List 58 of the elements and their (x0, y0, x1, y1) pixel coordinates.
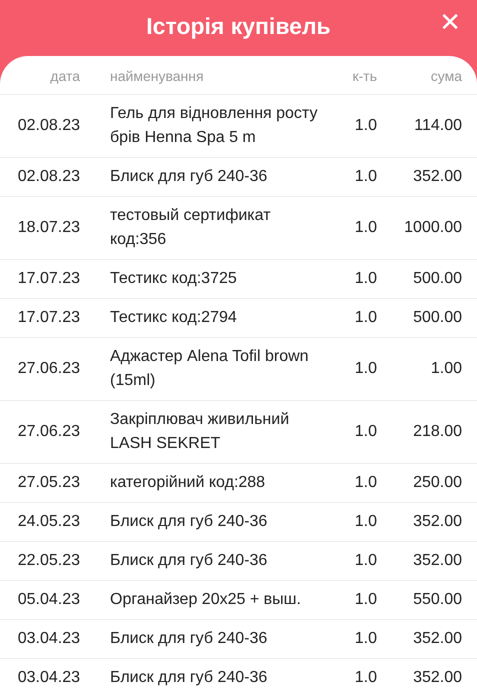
table-cell-text: 03.04.23 (16, 668, 80, 688)
table-cell-text: 27.06.23 (16, 422, 80, 442)
table-cell-text: 352.00 (412, 629, 462, 649)
table-cell-text: 27.06.23 (16, 359, 80, 379)
table-cell-text: 1.0 (354, 167, 377, 187)
table-cell-text: Закріплювач живильний LASH SEKRET (110, 410, 290, 454)
table-cell-text: 1.0 (354, 269, 377, 289)
close-button[interactable]: ✕ (435, 8, 465, 38)
table-cell-text: 352.00 (412, 551, 462, 571)
table-cell-text: Гель для відновлення росту брів Henna Spa 5 m (110, 104, 318, 148)
table-cell-text: 1.0 (354, 359, 377, 379)
table-cell-text: 1.0 (354, 512, 377, 532)
table-cell-text: Органайзер 20х25 + выш. (110, 590, 302, 610)
table-cell-text: 352.00 (412, 668, 462, 688)
table-cell-text: 24.05.23 (16, 512, 80, 532)
table-cell-text: 218.00 (412, 422, 462, 442)
table-cell-text: 1.0 (354, 551, 377, 571)
column-header: к-ть (352, 67, 377, 86)
table-cell-text: 22.05.23 (16, 551, 80, 571)
table-cell-text: 250.00 (412, 473, 462, 493)
table-cell-text: 1.0 (354, 308, 377, 328)
table-cell-text: Тестикс код:2794 (110, 308, 238, 328)
table-cell-text: 1.0 (354, 116, 377, 136)
table-cell-text: 500.00 (412, 308, 462, 328)
table-cell-text: 550.00 (412, 590, 462, 610)
table-cell-text: 1.0 (354, 668, 377, 688)
table-cell-text: 17.07.23 (16, 269, 80, 289)
table-cell-text: Блиск для губ 240-36 (110, 512, 268, 532)
table-cell-text: 1.0 (354, 473, 377, 493)
table-cell-text: 02.08.23 (16, 116, 80, 136)
table-cell-text: Блиск для губ 240-36 (110, 167, 268, 187)
table-cell-text: 18.07.23 (16, 218, 80, 238)
table-cell-text: Аджастер Alena Tofil brown (15ml) (110, 347, 310, 391)
table-cell-text: 03.04.23 (16, 629, 80, 649)
table-cell-text: 352.00 (412, 167, 462, 187)
column-header: сума (430, 67, 462, 86)
table-cell-text: 500.00 (412, 269, 462, 289)
table-cell-text: 1.0 (354, 590, 377, 610)
window-title: Історія купівель (146, 12, 331, 40)
table-cell-text: 1000.00 (403, 218, 462, 238)
table-cell-text: 114.00 (413, 116, 462, 136)
column-header: дата (49, 67, 80, 86)
column-header: найменування (110, 67, 205, 86)
table-cell-text: Блиск для губ 240-36 (110, 668, 268, 688)
table-cell-text: Блиск для губ 240-36 (110, 551, 268, 571)
table-cell-text: 1.0 (354, 422, 377, 442)
table-cell-text: 27.05.23 (16, 473, 80, 493)
table-cell-text: Тестикс код:3725 (110, 269, 238, 289)
table-cell-text: тестовый сертификат код:356 (110, 206, 272, 250)
table-cell-text: 17.07.23 (16, 308, 80, 328)
table-cell-text: Блиск для губ 240-36 (110, 629, 268, 649)
table-cell-text: 1.0 (354, 629, 377, 649)
table-cell-text: 05.04.23 (16, 590, 80, 610)
table-cell-text: категорійний код:288 (110, 473, 266, 493)
table-cell-text: 1.0 (354, 218, 377, 238)
table-cell-text: 02.08.23 (16, 167, 80, 187)
table-cell-text: 1.00 (430, 359, 462, 379)
table-cell-text: 352.00 (412, 512, 462, 532)
